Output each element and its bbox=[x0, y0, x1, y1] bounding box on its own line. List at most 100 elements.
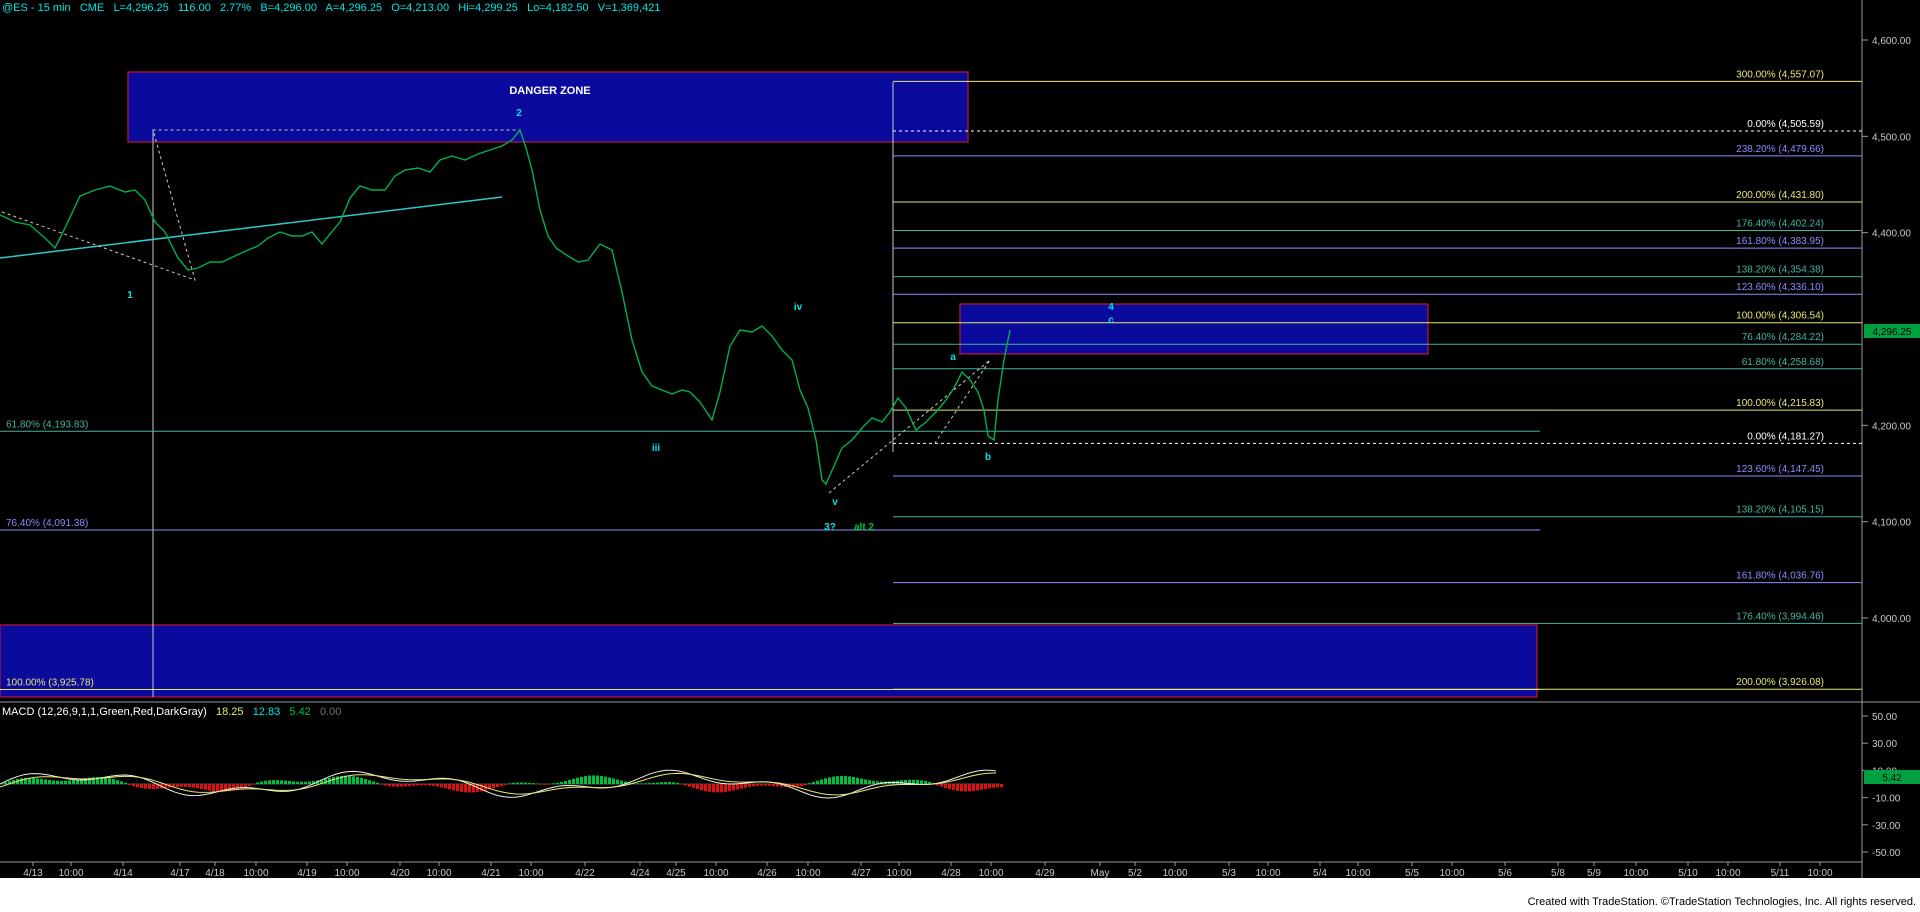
macd-bar bbox=[196, 784, 199, 789]
macd-bar bbox=[60, 780, 63, 784]
macd-bar bbox=[152, 784, 155, 790]
macd-bar bbox=[448, 784, 451, 790]
macd-value1: 18.25 bbox=[215, 706, 244, 718]
macd-bar bbox=[824, 778, 827, 784]
macd-bar bbox=[184, 784, 187, 787]
macd-bar bbox=[604, 776, 607, 784]
chart-frame[interactable]: DANGER ZONE 61.80% (4,193.83) 76.40% (4,0… bbox=[0, 0, 1920, 878]
macd-bar bbox=[492, 784, 495, 789]
macd-bar bbox=[720, 784, 723, 793]
macd-bar bbox=[420, 784, 423, 786]
ask: A=4,296.25 bbox=[325, 2, 383, 14]
time-axis-label: 10:00 bbox=[1345, 868, 1370, 878]
time-axis-label: 10:00 bbox=[1162, 868, 1187, 878]
macd-bar bbox=[444, 784, 447, 789]
macd-bar bbox=[176, 784, 179, 787]
symbol-header: @ES - 15 min CME L=4,296.25 116.00 2.77%… bbox=[2, 2, 660, 14]
price-chart[interactable]: DANGER ZONE 61.80% (4,193.83) 76.40% (4,0… bbox=[0, 0, 1920, 878]
time-axis-label: 10:00 bbox=[518, 868, 543, 878]
macd-bar bbox=[972, 784, 975, 792]
macd-bar bbox=[136, 784, 139, 788]
macd-bar bbox=[116, 780, 119, 784]
volume: V=1,369,421 bbox=[597, 2, 661, 14]
macd-bar bbox=[144, 784, 147, 789]
macd-bar bbox=[360, 777, 363, 784]
macd-bar bbox=[848, 776, 851, 784]
fib-label-right: 0.00% (4,505.59) bbox=[1747, 119, 1824, 130]
macd-bar bbox=[684, 784, 687, 786]
macd-bar bbox=[36, 778, 39, 784]
macd-axis-label: -10.00 bbox=[1872, 794, 1901, 805]
macd-bar bbox=[244, 784, 247, 788]
macd-bar bbox=[988, 784, 991, 789]
macd-bar bbox=[304, 781, 307, 784]
macd-bar bbox=[20, 778, 23, 784]
macd-bar bbox=[552, 783, 555, 784]
fib-lines-right bbox=[893, 80, 1862, 690]
macd-bar bbox=[760, 784, 763, 786]
macd-bar bbox=[452, 784, 455, 791]
macd-bar bbox=[404, 784, 407, 787]
time-axis-label: 4/20 bbox=[390, 868, 410, 878]
macd-bar bbox=[40, 778, 43, 784]
fib-label-right: 61.80% (4,258.68) bbox=[1742, 357, 1824, 368]
macd-bar bbox=[332, 777, 335, 784]
macd-bar bbox=[504, 784, 507, 786]
time-axis-label: 10:00 bbox=[1715, 868, 1740, 878]
wave-label: c bbox=[1108, 315, 1114, 326]
macd-bar bbox=[772, 784, 775, 787]
time-axis-label: 5/5 bbox=[1405, 868, 1419, 878]
time-axis-label: May bbox=[1091, 868, 1110, 878]
macd-bar bbox=[924, 781, 927, 784]
footer-credit: Created with TradeStation. ©TradeStation… bbox=[1527, 896, 1916, 908]
last-price: L=4,296.25 bbox=[113, 2, 169, 14]
price-axis-label: 4,400.00 bbox=[1872, 229, 1911, 240]
macd-bar bbox=[372, 781, 375, 784]
time-axis-label: 10:00 bbox=[978, 868, 1003, 878]
macd-bar bbox=[856, 777, 859, 784]
macd-bar bbox=[928, 781, 931, 784]
macd-bar bbox=[436, 784, 439, 787]
macd-bar bbox=[872, 780, 875, 784]
macd-bar bbox=[292, 781, 295, 784]
fib-label-right: 100.00% (4,215.83) bbox=[1736, 398, 1824, 409]
macd-bar bbox=[384, 784, 387, 786]
macd-bar bbox=[44, 779, 47, 784]
macd-bar bbox=[496, 784, 499, 788]
time-axis-label: 5/8 bbox=[1551, 868, 1565, 878]
macd-bar bbox=[128, 784, 131, 786]
fib-label-right: 76.40% (4,284.22) bbox=[1742, 332, 1824, 343]
macd-bar bbox=[796, 784, 799, 787]
macd-bar bbox=[668, 782, 671, 784]
macd-bar bbox=[440, 784, 443, 788]
macd-bar bbox=[280, 780, 283, 784]
macd-bar bbox=[964, 784, 967, 792]
macd-bar bbox=[216, 784, 219, 792]
macd-bar bbox=[416, 784, 419, 786]
time-axis: 4/13 10:00 4/14 4/17 4/18 10:00 4/19 10:00 4/20 1… bbox=[23, 862, 1833, 878]
macd-bar bbox=[620, 780, 623, 784]
macd-bar bbox=[456, 784, 459, 792]
wave-label: b bbox=[985, 452, 991, 463]
macd-bar bbox=[676, 782, 679, 784]
macd-bar bbox=[568, 779, 571, 784]
macd-bar bbox=[832, 776, 835, 784]
macd-bar bbox=[704, 784, 707, 792]
time-axis-label: 4/26 bbox=[757, 868, 777, 878]
macd-bar bbox=[636, 783, 639, 784]
macd-bar bbox=[192, 784, 195, 788]
macd-bar bbox=[588, 775, 591, 784]
macd-bar bbox=[672, 782, 675, 784]
macd-bar bbox=[508, 783, 511, 784]
symbol: @ES - 15 min bbox=[2, 2, 71, 14]
macd-bar bbox=[52, 780, 55, 784]
wave-label: 1 bbox=[127, 290, 133, 301]
macd-bar bbox=[296, 781, 299, 784]
high: Hi=4,299.25 bbox=[458, 2, 518, 14]
macd-bar bbox=[600, 775, 603, 784]
macd-bar bbox=[180, 784, 183, 787]
macd-bar bbox=[700, 784, 703, 791]
macd-bar bbox=[32, 778, 35, 784]
time-axis-label: 4/27 bbox=[851, 868, 871, 878]
macd-bar bbox=[952, 784, 955, 791]
